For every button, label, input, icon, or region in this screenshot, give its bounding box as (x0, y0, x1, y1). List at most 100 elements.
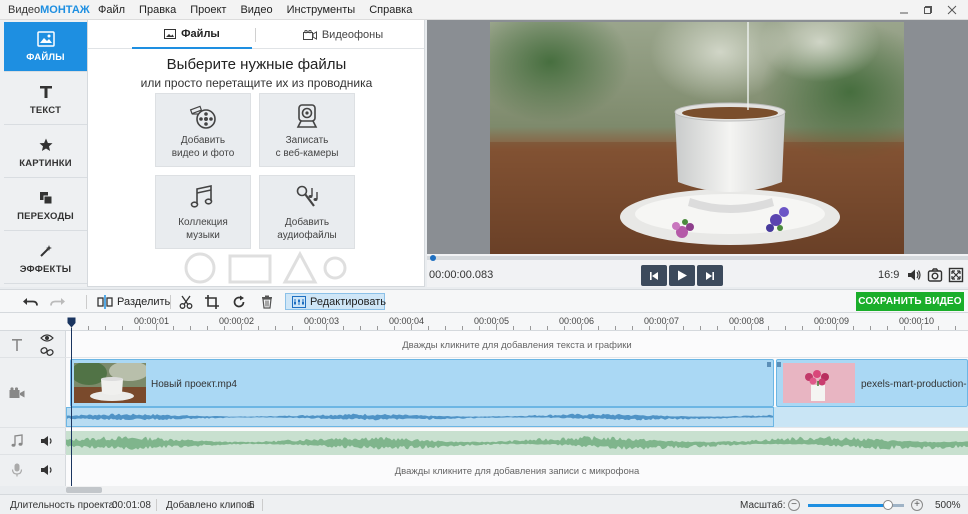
add-video-photo-button[interactable]: Добавить видео и фото (155, 93, 251, 167)
tab-divider (255, 28, 256, 42)
menu-video[interactable]: Видео (240, 4, 272, 16)
cut-button[interactable] (179, 293, 193, 310)
clip-thumbnail (783, 363, 855, 403)
preview-progress-handle[interactable] (429, 255, 436, 261)
tile-label: Добавить видео и фото (171, 135, 235, 159)
files-tabs: Файлы Видеофоны (88, 20, 424, 49)
link-icon[interactable] (40, 345, 54, 359)
undo-button[interactable] (22, 293, 38, 310)
redo-button[interactable] (50, 293, 66, 310)
scrollbar-thumb[interactable] (66, 487, 102, 493)
aspect-ratio-selector[interactable]: 16:9 (878, 269, 899, 281)
files-subheading: или просто перетащите их из проводника (140, 76, 373, 90)
play-button[interactable] (669, 265, 695, 286)
ruler-major-tick (666, 324, 667, 330)
sidebar-item-text[interactable]: ТЕКСТ (4, 75, 87, 125)
app-title-accent: МОНТАЖ (40, 4, 90, 16)
sidebar-item-images[interactable]: КАРТИНКИ (4, 128, 87, 178)
redo-icon (50, 295, 66, 309)
add-audio-files-button[interactable]: Добавить аудиофайлы (259, 175, 355, 249)
delete-button[interactable] (261, 293, 273, 310)
fullscreen-icon[interactable] (948, 267, 964, 283)
sidebar-item-effects[interactable]: ЭФФЕКТЫ (4, 234, 87, 284)
menu-project[interactable]: Проект (190, 4, 226, 16)
crop-button[interactable] (205, 293, 219, 310)
speaker-icon[interactable] (40, 434, 54, 448)
split-button[interactable]: Разделить (97, 293, 170, 310)
clip-audio-waveform[interactable] (774, 407, 968, 427)
mic-track[interactable]: Дважды кликните для добавления записи с … (66, 455, 968, 486)
ruler-minor-tick (343, 326, 344, 330)
ruler-minor-tick (377, 326, 378, 330)
minimize-icon[interactable] (892, 0, 916, 20)
clip-trim-marker[interactable] (777, 362, 781, 367)
music-track[interactable] (66, 431, 968, 455)
snapshot-camera-icon[interactable] (927, 267, 943, 283)
ruler-tick-label: 00:00:07 (644, 316, 680, 326)
ruler-minor-tick (122, 326, 123, 330)
sidebar-item-files[interactable]: ФАЙЛЫ (4, 22, 87, 72)
menu-edit[interactable]: Правка (139, 4, 176, 16)
tab-video-label: Видеофоны (321, 28, 384, 41)
rotate-button[interactable] (232, 293, 246, 310)
record-webcam-button[interactable]: Записать с веб-камеры (259, 93, 355, 167)
mic-track-header (0, 455, 66, 486)
video-track-header (0, 358, 66, 428)
music-collection-button[interactable]: Коллекция музыки (155, 175, 251, 249)
zoom-out-button[interactable]: − (788, 499, 800, 511)
zoom-label: Масштаб: (740, 500, 786, 511)
close-icon[interactable] (940, 0, 964, 20)
menu-tools[interactable]: Инструменты (287, 4, 356, 16)
zoom-slider-knob[interactable] (882, 500, 893, 510)
playhead-handle[interactable] (67, 317, 76, 328)
tab-video-backgrounds[interactable]: Видеофоны (288, 20, 398, 49)
video-frame[interactable] (490, 22, 904, 254)
zoom-in-button[interactable]: + (911, 499, 923, 511)
minus-icon: − (791, 499, 797, 510)
next-button[interactable] (697, 265, 723, 286)
video-area (427, 20, 968, 254)
tab-files[interactable]: Файлы (132, 20, 252, 49)
menu-help[interactable]: Справка (369, 4, 412, 16)
ruler-minor-tick (530, 326, 531, 330)
ruler-minor-tick (190, 326, 191, 330)
prev-button[interactable] (641, 265, 667, 286)
ruler-minor-tick (479, 326, 480, 330)
status-separator (156, 499, 157, 511)
clips-count-value: 5 (249, 500, 255, 511)
timeline-ruler[interactable]: 0 00:00:01 00:00:02 00:00:03 00:00:04 00… (0, 313, 968, 331)
ruler-tick-label: 00:00:03 (304, 316, 340, 326)
ruler-minor-tick (207, 326, 208, 330)
volume-icon[interactable] (906, 267, 922, 283)
sidebar-item-label: ПЕРЕХОДЫ (17, 211, 74, 222)
music-waveform-graphic (66, 436, 968, 450)
save-video-button[interactable]: СОХРАНИТЬ ВИДЕО (856, 292, 964, 311)
ruler-tick-label: 00:00:02 (219, 316, 255, 326)
video-clip[interactable]: pexels-mart-production-879 (776, 359, 968, 407)
ruler-tick-label: 00:00:09 (814, 316, 850, 326)
text-track[interactable]: Дважды кликните для добавления текста и … (66, 331, 968, 358)
ruler-minor-tick (717, 326, 718, 330)
video-clip[interactable]: Новый проект.mp4 (70, 359, 774, 407)
decorative-watermark (160, 246, 360, 286)
preview-timecode: 00:00:00.083 (429, 269, 494, 281)
timeline-scrollbar[interactable] (66, 486, 968, 494)
ruler-minor-tick (462, 326, 463, 330)
tile-label: Записать с веб-камеры (275, 135, 339, 159)
maximize-icon[interactable] (916, 0, 940, 20)
sidebar-item-transitions[interactable]: ПЕРЕХОДЫ (4, 181, 87, 231)
menu-file[interactable]: Файл (98, 4, 125, 16)
ruler-minor-tick (632, 326, 633, 330)
clip-name: Новый проект.mp4 (151, 379, 237, 390)
ruler-major-tick (921, 324, 922, 330)
preview-progress-bar[interactable] (427, 255, 968, 261)
sidebar-item-label: ТЕКСТ (29, 105, 62, 116)
transport-controls (641, 265, 723, 286)
clip-trim-marker[interactable] (767, 362, 771, 367)
split-label: Разделить (117, 295, 171, 308)
zoom-slider[interactable] (808, 500, 904, 510)
ruler-minor-tick (309, 326, 310, 330)
speaker-icon[interactable] (40, 463, 54, 477)
edit-button[interactable]: Редактировать (285, 293, 386, 310)
clip-audio-waveform[interactable] (66, 407, 774, 427)
